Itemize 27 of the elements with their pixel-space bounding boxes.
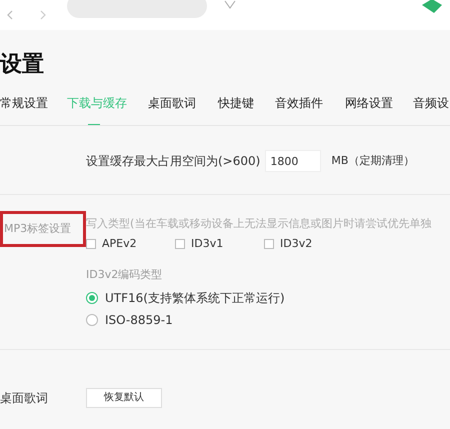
checkbox[interactable] (175, 239, 185, 250)
cache-size-field[interactable]: 1800 (265, 150, 322, 172)
checkbox[interactable] (264, 239, 274, 250)
checkbox-label: APEv2 (102, 236, 137, 252)
back-icon[interactable] (6, 10, 14, 20)
hint-text: 写入类型(当在车载或移动设备上无法显示信息或图片时请尝试优先单独 (86, 216, 432, 232)
tab[interactable]: 快捷键 (218, 94, 275, 125)
radio-button[interactable] (86, 314, 98, 326)
tab[interactable]: 音频设 (413, 94, 450, 125)
radio-label: UTF16(支持繁体系统下正常运行) (105, 290, 285, 307)
tab[interactable]: 桌面歌词 (148, 94, 218, 125)
section-label: MP3标签设置 (4, 220, 72, 237)
cache-size-label: 设置缓存最大占用空间为(>600) (86, 153, 260, 170)
tab[interactable]: 网络设置 (345, 94, 413, 125)
section-label: 桌面歌词 (0, 390, 49, 407)
page-title: 设置 (0, 51, 44, 79)
forward-icon[interactable] (39, 10, 47, 20)
checkbox-label: ID3v1 (191, 236, 224, 252)
restore-default-button[interactable]: 恢复默认 (86, 388, 162, 408)
radio-label: ISO-8859-1 (105, 312, 173, 329)
tab[interactable]: 音效插件 (275, 94, 345, 125)
checkbox[interactable] (86, 239, 96, 250)
cache-size-unit: MB（定期清理） (331, 152, 414, 169)
radio-button[interactable] (86, 292, 98, 304)
tab[interactable]: 常规设置 (0, 94, 67, 125)
checkbox-label: ID3v2 (280, 236, 312, 252)
encoding-label: ID3v2编码类型 (86, 266, 162, 282)
